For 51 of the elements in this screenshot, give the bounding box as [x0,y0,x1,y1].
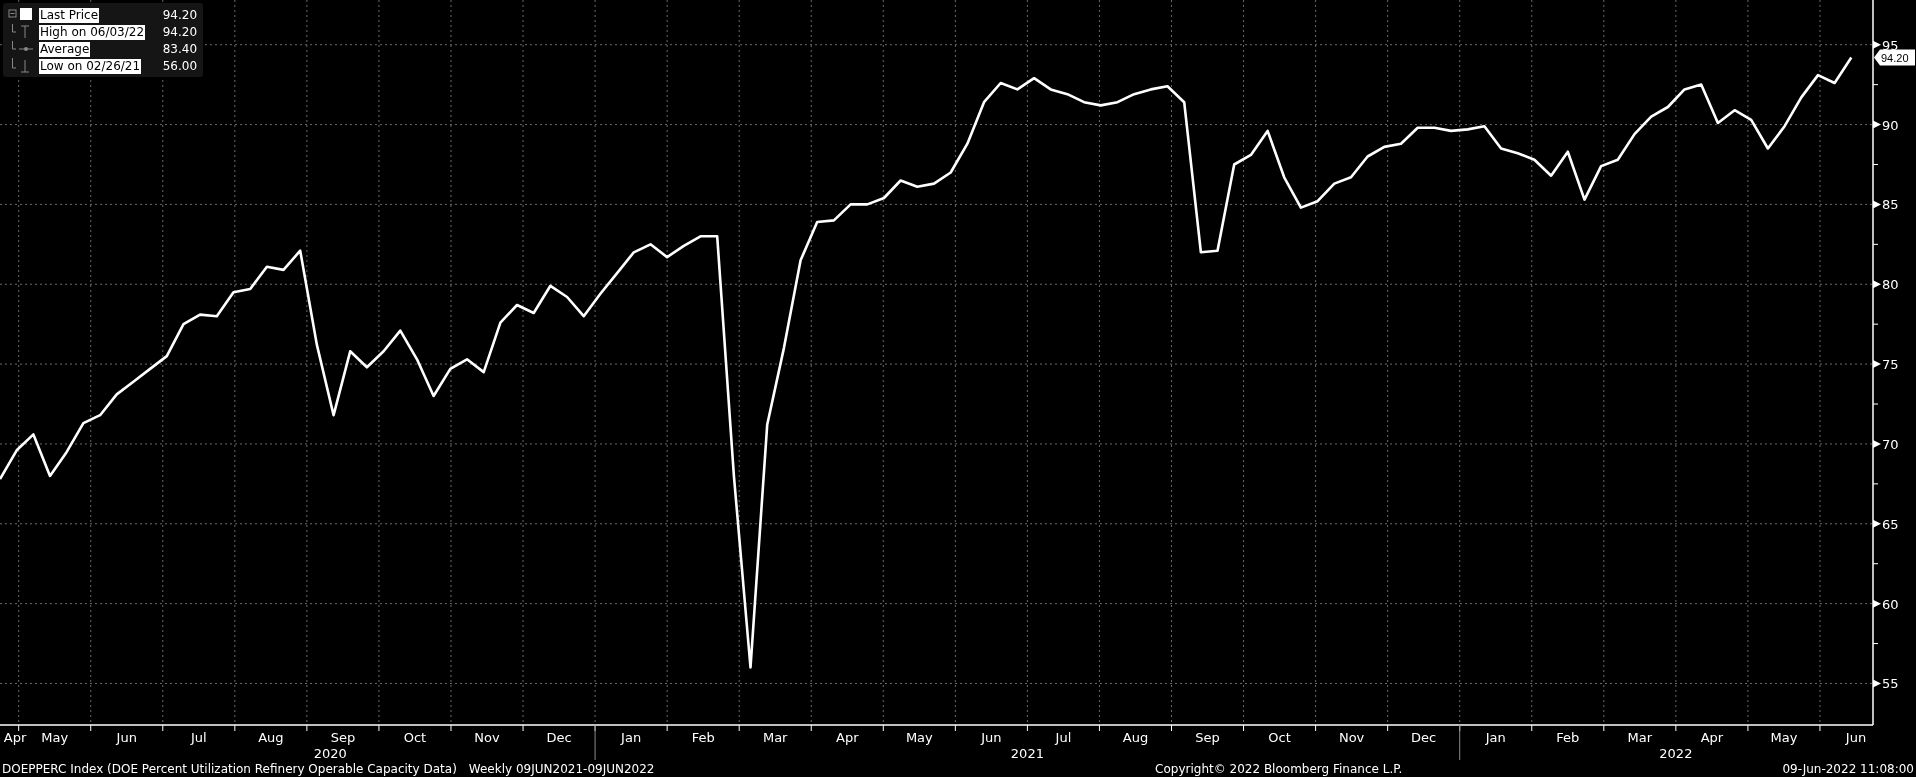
month-label: Jun [1845,730,1867,745]
month-label: May [41,730,69,745]
month-label: Mar [1627,730,1653,745]
month-label: Sep [330,730,356,745]
month-label: Mar [762,730,788,745]
y-tick-label: 65 [1882,516,1899,532]
month-label: Jan [621,730,642,745]
legend-value: 94.20 [161,8,198,22]
legend-value: 83.40 [161,42,198,56]
y-tick-label: 85 [1882,197,1899,213]
month-label: Jul [190,730,207,745]
legend-value: 56.00 [161,59,198,73]
timestamp: 09-Jun-2022 11:08:00 [1782,761,1914,776]
year-label: 2022 [1659,746,1693,760]
month-label: Apr [1700,730,1724,745]
year-label: 2021 [1010,746,1044,760]
y-tick-label: 90 [1882,117,1899,133]
month-label: Jan [1485,730,1506,745]
month-label: Sep [1195,730,1220,745]
month-label: Apr [836,730,859,745]
y-tick-label: 60 [1882,596,1899,612]
security-description: DOEPPERC Index (DOE Percent Utilization Refinery Operable Capacity Data) [2,761,457,776]
month-label: Jun [981,730,1002,745]
month-label: Jun [116,730,137,745]
legend-label: High on 06/03/22 [39,24,146,40]
legend-label: Average [39,41,91,57]
y-tick-label: 55 [1882,676,1899,692]
last-value-tag: 94.20 [1874,49,1915,66]
month-label: Dec [1411,730,1437,745]
legend-value: 94.20 [161,25,198,39]
month-label: May [905,730,933,745]
month-label: Feb [1556,730,1580,745]
month-label: Dec [546,730,572,745]
month-label: Nov [1338,730,1365,745]
y-tick-label: 70 [1882,436,1899,452]
month-label: Nov [474,730,500,745]
date-range: Weekly 09JUN2021-09JUN2022 [468,761,655,776]
y-tick-label: 75 [1882,357,1899,373]
year-label: 2020 [313,746,347,760]
month-label: Feb [691,730,715,745]
month-label: Aug [258,730,284,745]
y-tick-label: 80 [1882,277,1899,293]
month-label: Jul [1055,730,1072,745]
legend-label: Low on 02/26/21 [39,58,142,74]
month-label: Oct [1268,730,1291,745]
copyright-text: Copyright© 2022 Bloomberg Finance L.P. [1155,761,1403,776]
legend-label: Last Price [39,7,100,23]
month-label: Apr [3,730,27,745]
month-label: Aug [1122,730,1149,745]
month-label: May [1770,730,1798,745]
month-label: Oct [403,730,427,745]
